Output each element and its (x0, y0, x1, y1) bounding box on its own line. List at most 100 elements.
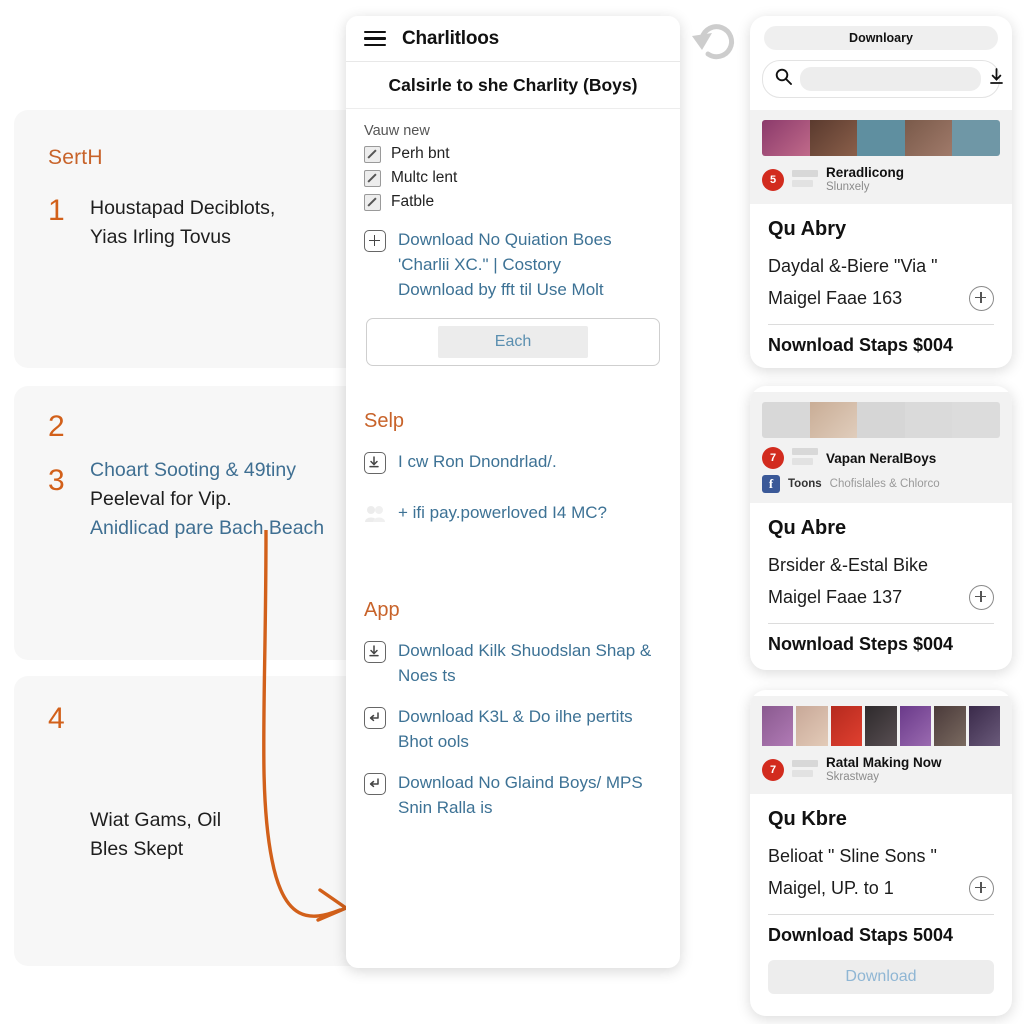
record-badge: 5 (762, 168, 784, 191)
right-card-1: Downloary 5 Reradlicong Slunxely Qu Abry… (750, 16, 1012, 368)
plus-box-icon[interactable] (364, 230, 386, 252)
plus-circle-icon[interactable] (969, 584, 994, 610)
middle-section-1: Vauw new Perh bnt Multc lent Fatble Down… (346, 109, 680, 386)
record-badge: 7 (762, 758, 784, 781)
card-line-2: Maigel Faae 163 (768, 288, 903, 308)
story-subtitle: Slunxely (826, 181, 870, 193)
divider (768, 623, 994, 624)
facebook-row[interactable]: f Toons Chofislales & Chlorco (762, 475, 1000, 493)
card-line-2-row: Maigel Faae 137 (768, 581, 994, 613)
download-button[interactable]: Download (768, 960, 994, 994)
facebook-icon: f (762, 475, 780, 493)
checkbox-row[interactable]: Perh bnt (364, 145, 662, 163)
story-title: Reradlicong (826, 165, 905, 180)
story-text: Ratal Making Now Skrastway (826, 755, 942, 784)
checkbox-label: Multc lent (391, 169, 458, 186)
link-line: Snin Ralla is (398, 798, 493, 817)
middle-section-selp: Selp I cw Ron Dnondrlad/. + ifi pay.powe… (346, 386, 680, 545)
link-line: Download No Quiation Boes (398, 230, 612, 249)
step-number-3: 3 (48, 464, 65, 497)
download-link-row[interactable]: Download No Quiation Boes 'Charlii XC." … (364, 227, 662, 302)
story-meta: 7 Vapan NeralBoys (762, 447, 1000, 469)
middle-section-app: App Download Kilk Shuodslan Shap & Noes … (346, 545, 680, 840)
link-line: 'Charlii XC." | Costory (398, 255, 561, 274)
step-number-1: 1 (48, 194, 65, 227)
plus-circle-icon[interactable] (969, 285, 994, 311)
step-text-1: Houstapad Deciblots, Yias Irling Tovus (90, 194, 390, 252)
undo-arrow-icon[interactable] (688, 14, 744, 70)
search-bar[interactable] (762, 60, 1003, 98)
checkbox-row[interactable]: Multc lent (364, 169, 662, 187)
thumbnail-row (762, 120, 1000, 156)
link-line: Download Kilk Shuodslan Shap & (398, 641, 652, 660)
steps-label: Nownload Staps $004 (768, 335, 954, 355)
placeholder-text-icon (792, 448, 818, 468)
card-title: Qu Abry (768, 218, 847, 240)
checkbox-slash-icon[interactable] (364, 169, 381, 187)
screenshot-root: SertH 1 Houstapad Deciblots, Yias Irling… (0, 0, 1024, 1024)
search-input[interactable] (800, 67, 981, 91)
facebook-label: Toons (788, 478, 822, 490)
enter-box-icon[interactable] (364, 707, 386, 729)
story-title: Vapan NeralBoys (826, 450, 937, 466)
download-arrow-icon[interactable] (989, 68, 1004, 90)
card-line-1: Brsider &-Estal Bike (768, 555, 929, 575)
story-strip-1[interactable]: 5 Reradlicong Slunxely (750, 110, 1012, 204)
card-line-1: Daydal &-Biere "Via " (768, 256, 938, 276)
step-line: Houstapad Deciblots, (90, 197, 276, 219)
checkbox-slash-icon[interactable] (364, 193, 381, 211)
story-meta: 7 Ratal Making Now Skrastway (762, 755, 1000, 784)
link-line: Noes ts (398, 666, 456, 685)
story-strip-2[interactable]: 7 Vapan NeralBoys f Toons Chofislales & … (750, 392, 1012, 503)
middle-panel: Charlitloos Calsirle to she Charlity (Bo… (346, 16, 680, 968)
checkbox-label: Fatble (391, 193, 435, 210)
enter-box-icon[interactable] (364, 773, 386, 795)
divider (768, 914, 994, 915)
section-title-selp: Selp (364, 410, 405, 432)
right-card-3: 7 Ratal Making Now Skrastway Qu Kbre Bel… (750, 690, 1012, 1016)
facebook-subtitle: Chofislales & Chlorco (829, 478, 940, 490)
each-button[interactable]: Each (438, 326, 588, 358)
card-line-2: Maigel Faae 137 (768, 587, 903, 607)
plus-circle-icon[interactable] (969, 875, 994, 901)
download-link-row[interactable]: Download K3L & Do ilhe pertits Bhot ools (364, 704, 662, 754)
people-link-text[interactable]: + ifi pay.powerloved I4 MC? (398, 500, 607, 525)
card-line-2-row: Maigel Faae 163 (768, 282, 994, 314)
divider (768, 324, 994, 325)
link-line: Download No Glaind Boys/ MPS (398, 773, 643, 792)
right-card-3-body: Qu Kbre Belioat " Sline Sons " Maigel, U… (750, 794, 1012, 994)
steps-label: Download Staps 5004 (768, 925, 954, 945)
download-link-text[interactable]: Download No Glaind Boys/ MPS Snin Ralla … (398, 770, 643, 820)
card-line-2: Maigel, UP. to 1 (768, 878, 894, 898)
page-title: Charlitloos (402, 27, 500, 49)
download-link-row[interactable]: Download No Glaind Boys/ MPS Snin Ralla … (364, 770, 662, 820)
link-line: + ifi pay.powerloved I4 MC? (398, 503, 607, 522)
step-number-2: 2 (48, 410, 65, 443)
middle-panel-subtitle: Calsirle to she Charlity (Boys) (346, 62, 680, 109)
thumbnail-row (762, 402, 1000, 438)
checkbox-slash-icon[interactable] (364, 145, 381, 163)
search-icon (775, 68, 792, 90)
story-subtitle: Skrastway (826, 771, 880, 783)
hamburger-icon[interactable] (364, 30, 386, 47)
checkbox-row[interactable]: Fatble (364, 193, 662, 211)
download-box-icon[interactable] (364, 641, 386, 663)
step-line-link[interactable]: Choart Sooting & 49tiny (90, 456, 390, 485)
card-line-2-row: Maigel, UP. to 1 (768, 872, 994, 904)
story-strip-3[interactable]: 7 Ratal Making Now Skrastway (750, 696, 1012, 794)
link-line: Download by fft til Use Molt (398, 280, 604, 299)
section-label-serth: SertH (48, 146, 103, 169)
downloary-pill[interactable]: Downloary (764, 26, 998, 50)
people-link-row[interactable]: + ifi pay.powerloved I4 MC? (364, 500, 662, 525)
download-link-row[interactable]: I cw Ron Dnondrlad/. (364, 449, 662, 474)
card-line-1: Belioat " Sline Sons " (768, 846, 937, 866)
download-link-row[interactable]: Download Kilk Shuodslan Shap & Noes ts (364, 638, 662, 688)
download-link-text[interactable]: Download K3L & Do ilhe pertits Bhot ools (398, 704, 633, 754)
download-box-icon[interactable] (364, 452, 386, 474)
download-link-text[interactable]: I cw Ron Dnondrlad/. (398, 449, 557, 474)
step-line: Yias Irling Tovus (90, 226, 231, 248)
step-line: Peeleval for Vip. (90, 488, 232, 510)
people-icon (364, 504, 386, 524)
download-link-text[interactable]: Download No Quiation Boes 'Charlii XC." … (398, 227, 612, 302)
download-link-text[interactable]: Download Kilk Shuodslan Shap & Noes ts (398, 638, 651, 688)
